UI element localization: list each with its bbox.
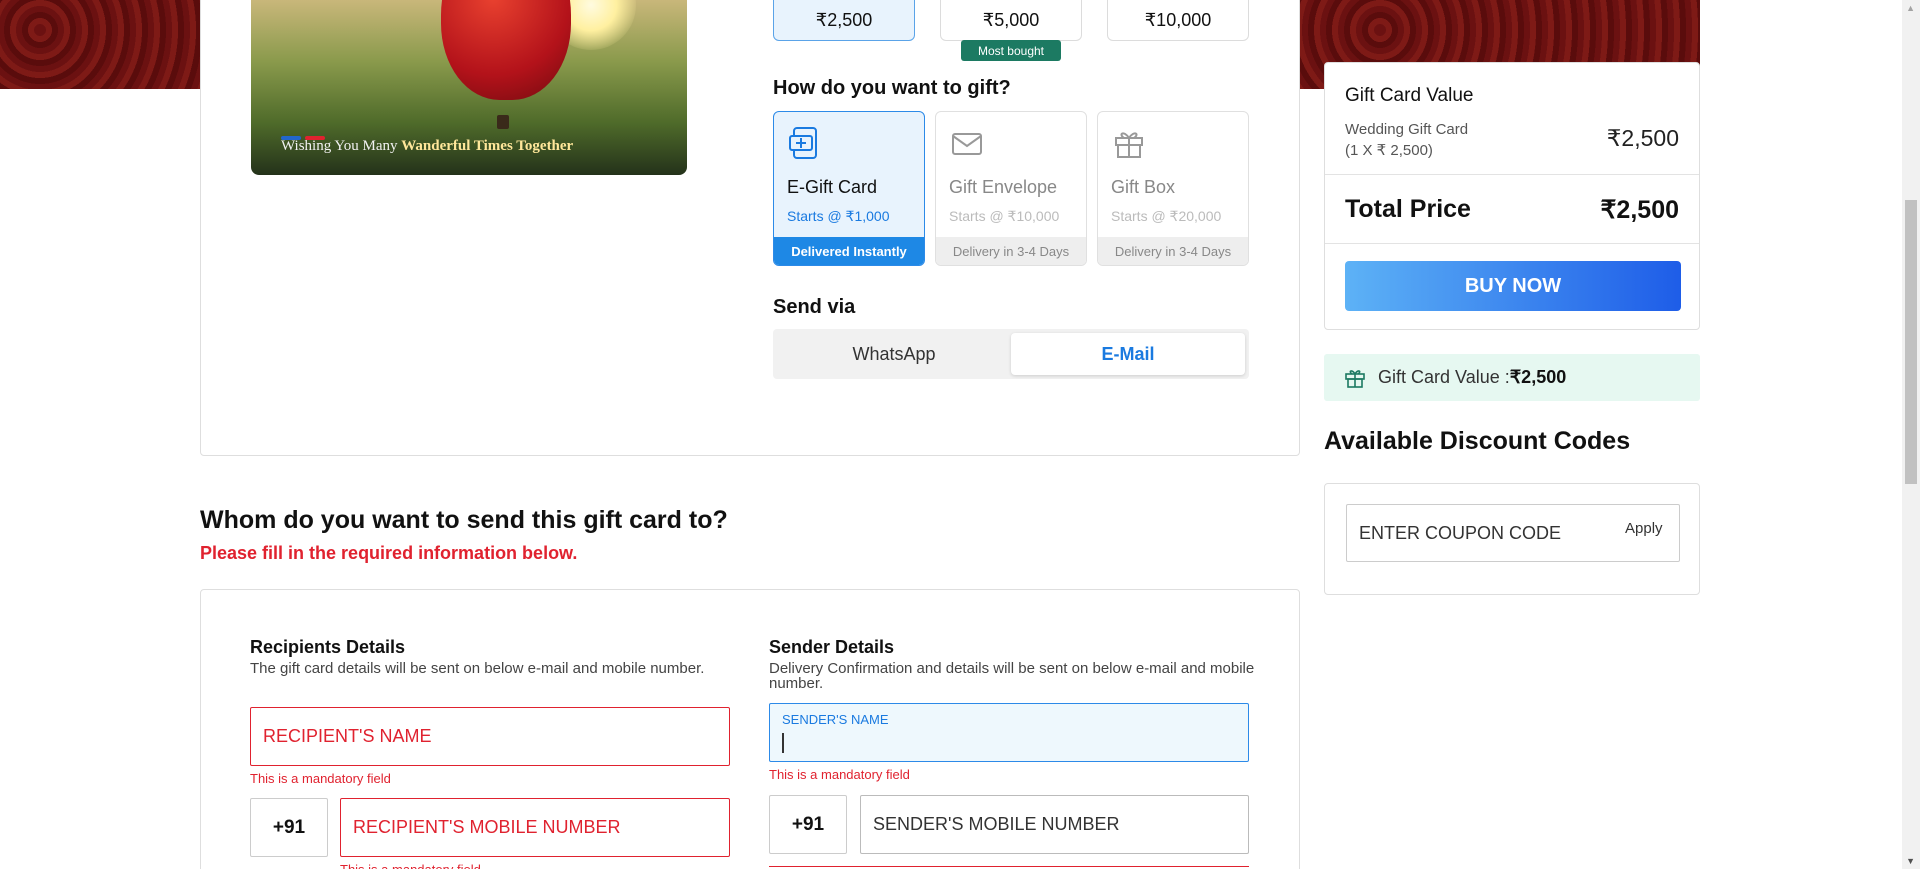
divider: [1325, 174, 1699, 175]
summary-item-qty: (1 X ₹ 2,500): [1345, 142, 1433, 159]
denomination-5000[interactable]: ₹5,000: [940, 0, 1082, 41]
banner-pattern-left: [0, 0, 200, 89]
gift-value-amount: ₹2,500: [1509, 367, 1567, 387]
scroll-down-arrow-icon[interactable]: ▼: [1906, 856, 1915, 866]
hot-air-balloon: [441, 0, 571, 100]
gift-box-icon: [1115, 132, 1143, 158]
summary-title: Gift Card Value: [1345, 85, 1474, 106]
recipient-section-title: Whom do you want to send this gift card …: [200, 506, 728, 534]
recipient-mobile-error: This is a mandatory field: [340, 862, 481, 869]
recipients-details-desc: The gift card details will be sent on be…: [250, 660, 705, 677]
sender-name-error: This is a mandatory field: [769, 767, 910, 782]
gift-option-envelope[interactable]: Gift Envelope Starts @ ₹10,000 Delivery …: [935, 111, 1087, 266]
order-summary-card: Gift Card Value Wedding Gift Card (1 X ₹…: [1324, 62, 1700, 330]
send-via-heading: Send via: [773, 296, 856, 318]
buy-now-button[interactable]: BUY NOW: [1345, 261, 1681, 311]
scroll-up-arrow-icon[interactable]: ▲: [1906, 3, 1915, 13]
gift-value-label: Gift Card Value :: [1378, 367, 1510, 387]
sender-name-label: SENDER'S NAME: [782, 712, 889, 727]
apply-coupon-button[interactable]: Apply: [1625, 520, 1663, 537]
card-caption-bold: Wanderful Times Together: [401, 138, 574, 154]
envelope-icon: [952, 133, 982, 155]
send-via-toggle: WhatsApp E-Mail: [773, 329, 1249, 379]
text-caret: [782, 733, 784, 753]
summary-item-amount: ₹2,500: [1606, 125, 1679, 151]
coupon-card: Apply: [1324, 483, 1700, 595]
card-caption-plain: Wishing You Many: [281, 138, 402, 154]
discount-codes-heading: Available Discount Codes: [1324, 427, 1631, 455]
egift-card-icon: [789, 127, 817, 159]
gift-option-price: Starts @ ₹1,000: [787, 208, 890, 224]
recipient-name-error: This is a mandatory field: [250, 771, 391, 786]
sender-mobile-field[interactable]: SENDER'S MOBILE NUMBER: [860, 795, 1249, 854]
total-price-label: Total Price: [1345, 195, 1471, 223]
page-scrollbar[interactable]: ▲ ▼: [1902, 0, 1920, 869]
sender-name-field[interactable]: SENDER'S NAME: [769, 703, 1249, 762]
recipient-country-code[interactable]: +91: [250, 798, 328, 857]
gift-option-name: Gift Envelope: [949, 177, 1058, 197]
divider: [1325, 243, 1699, 244]
gift-card-preview-image: Wishing You Many Wanderful Times Togethe…: [251, 0, 687, 175]
gift-option-price: Starts @ ₹20,000: [1111, 208, 1222, 224]
gift-option-name: E-Gift Card: [787, 177, 878, 197]
sender-country-code[interactable]: +91: [769, 795, 847, 854]
gift-option-price: Starts @ ₹10,000: [949, 208, 1060, 224]
gift-method-heading: How do you want to gift?: [773, 77, 1011, 99]
gift-icon: [1345, 369, 1365, 388]
most-bought-badge: Most bought: [961, 40, 1061, 61]
summary-item-name: Wedding Gift Card: [1345, 121, 1469, 138]
recipients-details-title: Recipients Details: [250, 637, 406, 657]
gift-option-egift-card[interactable]: E-Gift Card Starts @ ₹1,000 Delivered In…: [773, 111, 925, 266]
denomination-10000[interactable]: ₹10,000: [1107, 0, 1249, 41]
recipient-name-field[interactable]: RECIPIENT'S NAME: [250, 707, 730, 766]
gift-option-delivery: Delivery in 3-4 Days: [1098, 237, 1248, 265]
send-via-whatsapp[interactable]: WhatsApp: [777, 333, 1011, 375]
balloon-basket: [497, 115, 509, 129]
sender-details-title: Sender Details: [769, 637, 895, 657]
gift-card-value-strip: Gift Card Value : ₹2,500: [1324, 354, 1700, 401]
gift-option-box[interactable]: Gift Box Starts @ ₹20,000 Delivery in 3-…: [1097, 111, 1249, 266]
recipient-mobile-field[interactable]: RECIPIENT'S MOBILE NUMBER: [340, 798, 730, 857]
denomination-2500[interactable]: ₹2,500: [773, 0, 915, 41]
sender-details-desc-1: Delivery Confirmation and details will b…: [769, 660, 1255, 677]
sender-details-desc-2: number.: [769, 675, 824, 692]
required-info-message: Please fill in the required information …: [200, 543, 578, 563]
gift-option-name: Gift Box: [1111, 177, 1176, 197]
send-via-email[interactable]: E-Mail: [1011, 333, 1245, 375]
total-price-value: ₹2,500: [1600, 196, 1679, 224]
gift-option-delivery: Delivery in 3-4 Days: [936, 237, 1086, 265]
card-caption: Wishing You Many Wanderful Times Togethe…: [281, 138, 573, 155]
gift-option-delivery: Delivered Instantly: [774, 237, 924, 265]
scrollbar-thumb[interactable]: [1905, 200, 1917, 484]
